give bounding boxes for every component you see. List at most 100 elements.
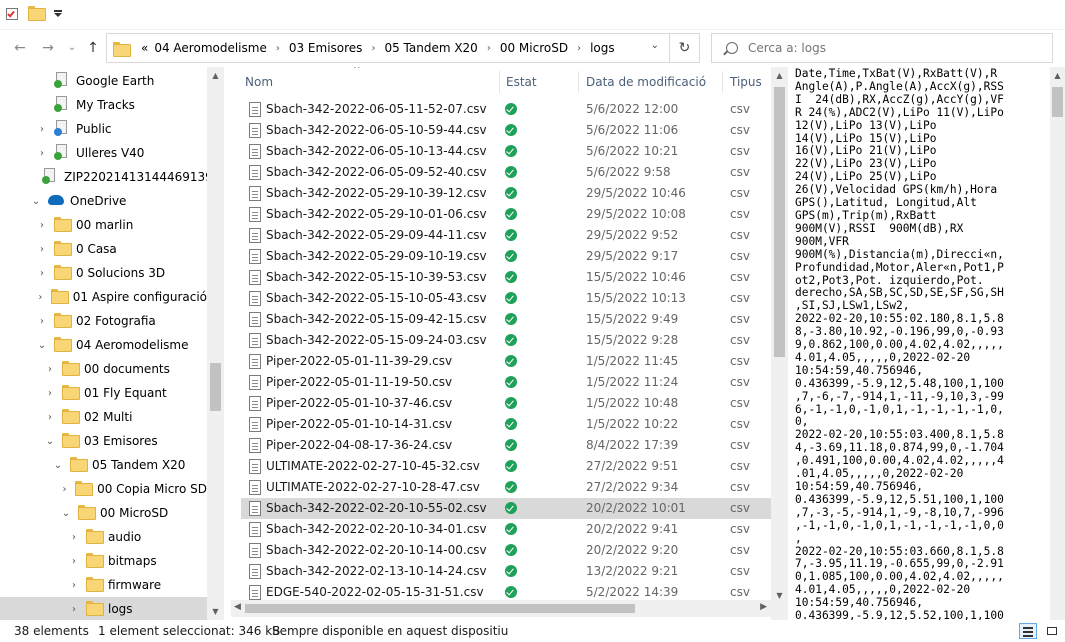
collapse-chevron-icon[interactable]: ⌄ — [36, 340, 48, 351]
nav-tree-item[interactable]: › logs — [0, 597, 207, 620]
nav-tree-item[interactable]: › 01 Fly Equant — [0, 381, 207, 405]
expand-chevron-icon[interactable]: › — [36, 292, 45, 303]
file-row[interactable]: Sbach-342-2022-05-29-10-01-06.csv 29/5/20… — [241, 204, 771, 225]
nav-tree-item[interactable]: › 02 Multi — [0, 405, 207, 429]
file-row[interactable]: Sbach-342-2022-02-20-10-34-01.csv 20/2/20… — [241, 519, 771, 540]
nav-tree-item[interactable]: › Ulleres V40 — [0, 141, 207, 165]
expand-chevron-icon[interactable]: › — [68, 532, 80, 543]
expand-chevron-icon[interactable]: › — [44, 364, 56, 375]
expand-chevron-icon[interactable]: › — [44, 388, 56, 399]
column-header-date[interactable]: Data de modificació — [582, 67, 722, 97]
refresh-icon[interactable]: ↻ — [669, 34, 699, 62]
scrollbar-thumb[interactable] — [774, 87, 785, 357]
scrollbar-thumb[interactable] — [210, 363, 221, 411]
expand-chevron-icon[interactable]: › — [60, 484, 69, 495]
breadcrumb-overflow[interactable]: « — [141, 41, 148, 55]
up-arrow-icon[interactable]: ↑ — [83, 38, 103, 58]
file-row[interactable]: Sbach-342-2022-02-20-10-14-00.csv 20/2/20… — [241, 540, 771, 561]
nav-tree-item[interactable]: ⌄ 03 Emisores — [0, 429, 207, 453]
file-row[interactable]: Piper-2022-05-01-10-37-46.csv 1/5/2022 10… — [241, 393, 771, 414]
scrollbar-thumb[interactable] — [245, 604, 635, 613]
expand-chevron-icon[interactable]: › — [68, 556, 80, 567]
nav-tree-item[interactable]: ⌄ OneDrive — [0, 189, 207, 213]
breadcrumb-separator-icon[interactable]: › — [276, 43, 280, 54]
expand-chevron-icon[interactable]: › — [44, 412, 56, 423]
nav-tree-item[interactable]: › 0 Solucions 3D — [0, 261, 207, 285]
file-row[interactable]: Sbach-342-2022-05-15-09-42-15.csv 15/5/20… — [241, 309, 771, 330]
expand-chevron-icon[interactable]: › — [36, 148, 48, 159]
nav-tree-item[interactable]: ⌄ 00 MicroSD — [0, 501, 207, 525]
nav-tree-item[interactable]: ⌄ 05 Tandem X20 — [0, 453, 207, 477]
scroll-up-arrow-icon[interactable]: ▲ — [1052, 71, 1063, 80]
scroll-up-arrow-icon[interactable]: ▲ — [210, 71, 221, 80]
nav-tree-item[interactable]: › bitmaps — [0, 549, 207, 573]
address-dropdown-chevron-icon[interactable]: ⌄ — [651, 40, 659, 51]
column-divider[interactable] — [578, 71, 579, 93]
nav-tree-item[interactable]: › 00 marlin — [0, 213, 207, 237]
file-row[interactable]: Piper-2022-05-01-11-39-29.csv 1/5/2022 11… — [241, 351, 771, 372]
folder-icon[interactable] — [28, 6, 46, 22]
preview-pane-scrollbar[interactable]: ▲ — [1050, 67, 1065, 620]
file-row[interactable]: Sbach-342-2022-06-05-11-52-07.csv 5/6/202… — [241, 99, 771, 120]
forward-arrow-icon[interactable]: → — [38, 38, 58, 58]
breadcrumb-separator-icon[interactable]: › — [577, 43, 581, 54]
nav-tree-item[interactable]: › audio — [0, 525, 207, 549]
expand-chevron-icon[interactable]: › — [36, 124, 48, 135]
file-row[interactable]: Sbach-342-2022-05-15-09-24-03.csv 15/5/20… — [241, 330, 771, 351]
collapse-chevron-icon[interactable]: ⌄ — [30, 196, 42, 207]
search-box[interactable] — [711, 33, 1053, 63]
address-bar[interactable]: « 04 Aeromodelisme › 03 Emisores › 05 Ta… — [106, 33, 700, 63]
details-view-icon[interactable] — [1019, 623, 1037, 639]
nav-tree-item[interactable]: ⌄ 04 Aeromodelisme — [0, 333, 207, 357]
file-row[interactable]: Sbach-342-2022-02-13-10-14-24.csv 13/2/20… — [241, 561, 771, 582]
dropdown-icon[interactable] — [52, 6, 68, 22]
nav-tree-item[interactable]: › Public — [0, 117, 207, 141]
breadcrumb-item[interactable]: 03 Emisores — [289, 41, 363, 55]
file-row[interactable]: ULTIMATE-2022-02-27-10-45-32.csv 27/2/202… — [241, 456, 771, 477]
breadcrumb-item[interactable]: 05 Tandem X20 — [384, 41, 477, 55]
collapse-chevron-icon[interactable]: ⌄ — [52, 460, 64, 471]
file-row[interactable]: Sbach-342-2022-02-20-10-55-02.csv 20/2/20… — [241, 498, 771, 519]
search-input[interactable] — [748, 41, 1028, 55]
file-row[interactable]: Sbach-342-2022-05-15-10-05-43.csv 15/5/20… — [241, 288, 771, 309]
expand-chevron-icon[interactable]: › — [36, 316, 48, 327]
expand-chevron-icon[interactable]: › — [68, 604, 80, 615]
file-row[interactable]: Sbach-342-2022-06-05-10-59-44.csv 5/6/202… — [241, 120, 771, 141]
nav-tree-item[interactable]: Google Earth — [0, 69, 207, 93]
breadcrumb-separator-icon[interactable]: › — [487, 43, 491, 54]
nav-tree-item[interactable]: › 01 Aspire configuració — [0, 285, 207, 309]
back-arrow-icon[interactable]: ← — [10, 38, 30, 58]
expand-chevron-icon[interactable]: › — [36, 220, 48, 231]
scroll-right-arrow-icon[interactable]: ▶ — [760, 602, 767, 612]
nav-tree-item[interactable]: › 0 Casa — [0, 237, 207, 261]
breadcrumb-item[interactable]: 04 Aeromodelisme — [154, 41, 267, 55]
breadcrumb-item[interactable]: 00 MicroSD — [500, 41, 568, 55]
file-row[interactable]: Sbach-342-2022-06-05-09-52-40.csv 5/6/202… — [241, 162, 771, 183]
breadcrumb-item[interactable]: logs — [590, 41, 615, 55]
column-divider[interactable] — [722, 71, 723, 93]
file-row[interactable]: Sbach-342-2022-06-05-10-13-44.csv 5/6/202… — [241, 141, 771, 162]
file-row[interactable]: Sbach-342-2022-05-29-10-39-12.csv 29/5/20… — [241, 183, 771, 204]
file-list-horizontal-scrollbar[interactable]: ◀ ▶ — [231, 600, 771, 617]
scroll-down-arrow-icon[interactable]: ▼ — [210, 607, 221, 616]
column-header-type[interactable]: Tipus — [726, 67, 771, 97]
expand-chevron-icon[interactable]: › — [68, 580, 80, 591]
nav-tree-item[interactable]: › 00 documents — [0, 357, 207, 381]
file-row[interactable]: Sbach-342-2022-05-29-09-44-11.csv 29/5/20… — [241, 225, 771, 246]
scroll-up-arrow-icon[interactable]: ▲ — [774, 71, 785, 80]
navigation-pane-scrollbar[interactable]: ▲ ▼ — [207, 67, 224, 620]
file-list-vertical-scrollbar[interactable]: ▲ ▼ — [771, 67, 788, 620]
collapse-chevron-icon[interactable]: ⌄ — [44, 436, 56, 447]
file-row[interactable]: Piper-2022-05-01-10-14-31.csv 1/5/2022 10… — [241, 414, 771, 435]
file-row[interactable]: Piper-2022-05-01-11-19-50.csv 1/5/2022 11… — [241, 372, 771, 393]
file-row[interactable]: Piper-2022-04-08-17-36-24.csv 8/4/2022 17… — [241, 435, 771, 456]
file-row[interactable]: ULTIMATE-2022-02-27-10-28-47.csv 27/2/202… — [241, 477, 771, 498]
nav-tree-item[interactable]: › 00 Copia Micro SD — [0, 477, 207, 501]
breadcrumb-separator-icon[interactable]: › — [371, 43, 375, 54]
column-divider[interactable] — [499, 71, 500, 93]
recent-locations-chevron-icon[interactable]: ⌄ — [62, 38, 82, 58]
nav-tree-item[interactable]: › 02 Fotografia — [0, 309, 207, 333]
file-row[interactable]: Sbach-342-2022-05-15-10-39-53.csv 15/5/20… — [241, 267, 771, 288]
nav-tree-item[interactable]: ZIP2202141314446913​9.zi — [0, 165, 224, 189]
large-icons-view-icon[interactable] — [1043, 623, 1061, 639]
